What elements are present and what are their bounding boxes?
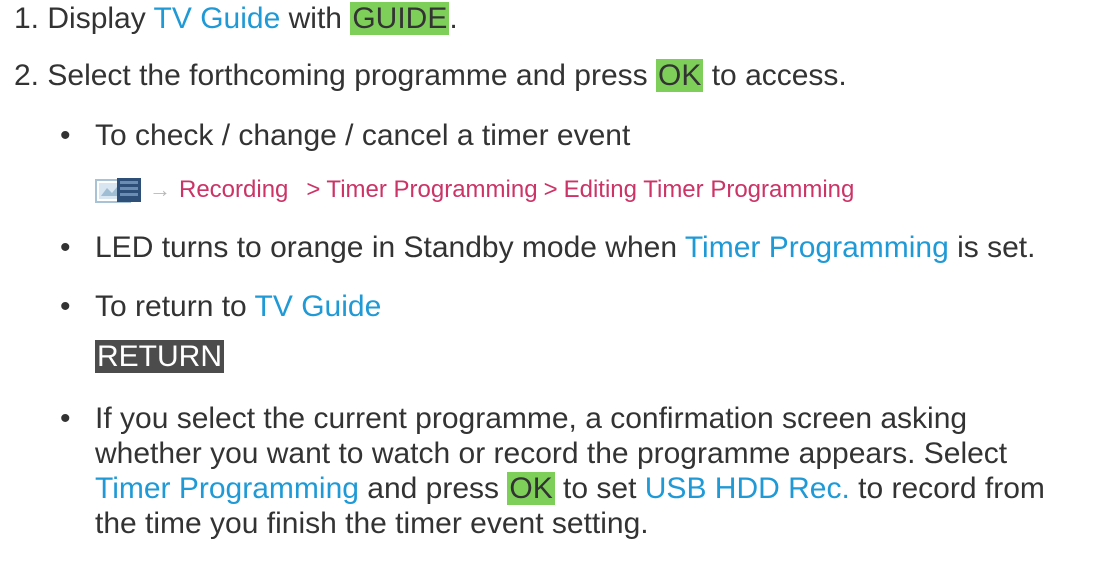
step-text: . bbox=[449, 2, 458, 35]
ok-key-label: OK bbox=[507, 472, 555, 505]
return-key-label: RETURN bbox=[95, 340, 224, 373]
bullet-text: to set bbox=[554, 472, 645, 505]
bullet-mark: • bbox=[60, 402, 71, 435]
timer-programming-link[interactable]: Timer Programming bbox=[685, 231, 949, 264]
usb-hdd-rec-link[interactable]: USB HDD Rec. bbox=[645, 472, 850, 505]
breadcrumb: → Recording > Timer Programming > Editin… bbox=[95, 172, 854, 208]
bullet-text: is set. bbox=[948, 231, 1036, 264]
bullet-mark: • bbox=[60, 290, 71, 323]
tv-guide-link[interactable]: TV Guide bbox=[154, 2, 281, 35]
step-1: 1. Display TV Guide with GUIDE. bbox=[14, 0, 458, 38]
breadcrumb-separator: > bbox=[543, 176, 558, 203]
timer-programming-link[interactable]: Timer Programming bbox=[95, 472, 359, 505]
breadcrumb-item-editing-timer-programming[interactable]: Editing Timer Programming bbox=[564, 176, 855, 204]
tv-guide-link[interactable]: TV Guide bbox=[255, 290, 382, 323]
bullet-item: • LED turns to orange in Standby mode whe… bbox=[60, 229, 1035, 267]
step-number: 2. bbox=[14, 59, 40, 92]
bullet-text: If you select the current programme, a c… bbox=[95, 402, 968, 435]
bullet-4-line-2: whether you want to watch or record the … bbox=[95, 435, 1105, 473]
bullet-4-line-3: Timer Programming and press OK to set US… bbox=[95, 470, 1105, 508]
guide-key-label: GUIDE bbox=[350, 2, 450, 35]
step-text: Select the forthcoming programme and pre… bbox=[47, 59, 657, 92]
breadcrumb-item-recording[interactable]: Recording bbox=[179, 176, 288, 204]
step-number: 1. bbox=[14, 2, 40, 35]
return-key-row: RETURN bbox=[95, 338, 224, 376]
bullet-4-line-4: the time you finish the timer event sett… bbox=[95, 505, 1105, 543]
bullet-item: • To check / change / cancel a timer even… bbox=[60, 117, 630, 155]
bullet-text: to record from bbox=[849, 472, 1045, 505]
bullet-text: To return to bbox=[95, 290, 255, 323]
bullet-text: the time you finish the timer event sett… bbox=[95, 507, 649, 540]
bullet-text: To check / change / cancel a timer event bbox=[95, 119, 631, 152]
step-2: 2. Select the forthcoming programme and … bbox=[14, 57, 847, 95]
bullet-text: LED turns to orange in Standby mode when bbox=[95, 231, 685, 264]
bullet-4-first-line: • If you select the current programme, a … bbox=[60, 400, 967, 438]
arrow-right-icon: → bbox=[149, 177, 171, 202]
bullet-text: whether you want to watch or record the … bbox=[95, 437, 1008, 470]
bullet-text: and press bbox=[358, 472, 508, 505]
menu-screen-icon bbox=[95, 176, 143, 204]
step-text: with bbox=[280, 2, 351, 35]
bullet-item: • To return to TV Guide bbox=[60, 288, 381, 326]
breadcrumb-separator: > bbox=[306, 176, 321, 203]
step-text: to access. bbox=[703, 59, 847, 92]
bullet-mark: • bbox=[60, 231, 71, 264]
bullet-mark: • bbox=[60, 119, 71, 152]
ok-key-label: OK bbox=[656, 59, 704, 92]
step-text: Display bbox=[47, 2, 154, 35]
breadcrumb-item-timer-programming[interactable]: Timer Programming bbox=[326, 176, 537, 204]
